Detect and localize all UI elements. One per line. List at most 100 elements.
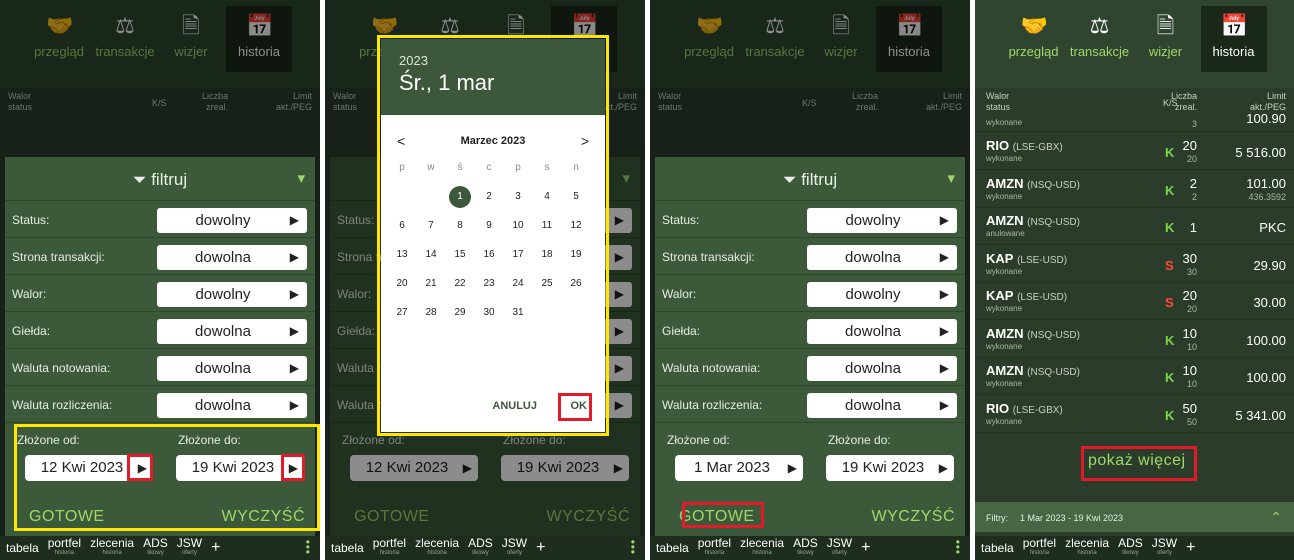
select-value: dowolna [845, 360, 901, 377]
tab-table[interactable]: tabela [656, 542, 689, 554]
filter-row-side: Strona transakcji: dowolna ▶ [5, 238, 315, 275]
row-symbol: AMZN (NSQ-USD) [986, 213, 1080, 228]
symbol-text: AMZN [986, 175, 1024, 191]
nav-history[interactable]: 📅historia [1200, 6, 1267, 72]
chevron-down-icon[interactable]: ▾ [297, 169, 305, 187]
row-side: K [1165, 370, 1175, 385]
highlight-box [127, 454, 153, 481]
top-nav: 🤝przegląd ⚖transakcje 🗎wizjer 📅historia [975, 0, 1294, 88]
filter-summary-bar[interactable]: Filtry: 1 Mar 2023 - 19 Kwi 2023 ⌃ [975, 502, 1294, 532]
side-select[interactable]: dowolna ▶ [807, 245, 957, 270]
table-row[interactable]: AMZN (NSQ-USD) wykonane K 10 10 100.00 [975, 321, 1294, 358]
chevron-down-icon[interactable]: ▾ [947, 169, 955, 187]
to-date-value: 19 Kwi 2023 [841, 459, 925, 476]
select-value: dowolna [195, 323, 251, 340]
from-date-field[interactable]: 1 Mar 2023 ▶ [675, 455, 803, 481]
row-limit: 100.00 [1246, 332, 1286, 348]
more-vert-icon[interactable]: • • • [956, 536, 960, 558]
row-qty: 20 [1182, 138, 1197, 153]
table-row[interactable]: AMZN (NSQ-USD) wykonane K 2 2 101.00 436.3592 [975, 171, 1294, 208]
tab-ads[interactable]: ADS tikowy [793, 537, 818, 558]
table-row[interactable]: RIO (LSE-GBX) wykonane K 50 50 5 341.00 [975, 396, 1294, 433]
exchange-select[interactable]: dowolna ▶ [157, 319, 307, 344]
play-arrow-icon: ▶ [939, 287, 949, 301]
add-tab-button[interactable]: + [861, 539, 870, 557]
row-status: wykonane [986, 191, 1023, 201]
filter-title-text: filtruj [151, 170, 188, 189]
tab-orders[interactable]: zlecenia historia [415, 537, 459, 558]
nav-transactions[interactable]: ⚖transakcje [1069, 6, 1131, 72]
clear-button[interactable]: WYCZYŚĆ [872, 508, 956, 526]
table-row[interactable]: wykonane 3 100.90 [975, 111, 1294, 132]
filter-label: Status: [662, 213, 700, 227]
instrument-select[interactable]: dowolny ▶ [157, 282, 307, 307]
status-select[interactable]: dowolny ▶ [157, 208, 307, 233]
table-row[interactable]: RIO (LSE-GBX) wykonane K 20 20 5 516.00 [975, 133, 1294, 170]
row-symbol: AMZN (NSQ-USD) [986, 176, 1080, 191]
row-qty: 50 [1182, 400, 1197, 416]
row-side: K [1165, 332, 1175, 348]
tab-orders[interactable]: zlecenia historia [90, 537, 134, 558]
filters-label: Filtry: [986, 513, 1008, 523]
table-row[interactable]: AMZN (NSQ-USD) anulowane K 1 PKC [975, 208, 1294, 245]
tab-label: tabela [6, 541, 39, 555]
tab-orders[interactable]: zlecenia historia [1065, 537, 1109, 558]
tab-table[interactable]: tabela [6, 541, 39, 555]
tab-portfolio[interactable]: portfel historia [1023, 537, 1056, 558]
tab-table[interactable]: tabela [981, 542, 1014, 554]
quote-currency-select[interactable]: dowolna ▶ [807, 356, 957, 381]
add-tab-button[interactable]: + [1186, 539, 1195, 557]
row-limit: 100.90 [1246, 111, 1286, 126]
more-vert-icon[interactable]: • • • [306, 536, 310, 558]
row-limit-sub: 436.3592 [1248, 191, 1286, 202]
exchange-select[interactable]: dowolna ▶ [807, 319, 957, 344]
chevron-up-icon[interactable]: ⌃ [1270, 509, 1282, 526]
settlement-currency-select[interactable]: dowolna ▶ [807, 393, 957, 418]
to-date-field[interactable]: 19 Kwi 2023 ▶ [826, 455, 954, 481]
play-arrow-icon[interactable]: ▶ [939, 455, 948, 481]
tab-ads[interactable]: ADS tikowy [1118, 537, 1143, 558]
filter-sheet: ⏷ filtruj ▾ Status: dowolny ▶ Strona transa… [655, 157, 965, 536]
row-symbol: RIO (LSE-GBX) [986, 401, 1063, 416]
row-qty-filled: 2 [1191, 191, 1197, 202]
tab-orders[interactable]: zlecenia historia [740, 537, 784, 558]
tab-table[interactable]: tabela [331, 542, 364, 554]
table-row[interactable]: AMZN (NSQ-USD) wykonane K 10 10 100.00 [975, 358, 1294, 395]
row-status: wykonane [986, 304, 1023, 313]
market-text: (NSQ-USD) [1027, 217, 1080, 228]
row-qty: 2 [1189, 175, 1197, 191]
quote-currency-select[interactable]: dowolna ▶ [157, 356, 307, 381]
tab-portfolio[interactable]: portfel historia [698, 537, 731, 558]
settlement-currency-select[interactable]: dowolna ▶ [157, 393, 307, 418]
add-tab-button[interactable]: + [211, 539, 220, 557]
select-value: dowolna [195, 360, 251, 377]
row-qty-filled: 50 [1186, 416, 1197, 427]
table-row[interactable]: KAP (LSE-USD) wykonane S 20 20 30.00 [975, 283, 1294, 320]
row-status: wykonane [986, 416, 1023, 426]
gavel-icon: ⚖ [1089, 13, 1110, 38]
nav-viewer[interactable]: 🗎wizjer [1135, 6, 1197, 72]
filter-row-side: Strona transakcji: dowolna ▶ [655, 238, 965, 275]
more-vert-icon[interactable]: • • • [631, 536, 635, 558]
row-limit: 30.00 [1253, 295, 1286, 310]
tab-jsw[interactable]: JSW oferty [827, 537, 852, 558]
tab-jsw[interactable]: JSW oferty [1152, 537, 1177, 558]
bottom-nav: tabela portfel historia zlecenia historia … [0, 536, 320, 560]
status-select[interactable]: dowolny ▶ [807, 208, 957, 233]
tab-jsw[interactable]: JSW oferty [502, 537, 527, 558]
tab-ads[interactable]: ADS tikowy [143, 537, 168, 558]
filter-header[interactable]: ⏷ filtruj ▾ [655, 157, 965, 201]
tab-portfolio[interactable]: portfel historia [48, 537, 81, 558]
row-qty-filled: 10 [1186, 379, 1197, 389]
highlight-box [558, 393, 592, 421]
tab-ads[interactable]: ADS tikowy [468, 537, 493, 558]
instrument-select[interactable]: dowolny ▶ [807, 282, 957, 307]
filter-header[interactable]: ⏷ filtruj ▾ [5, 157, 315, 201]
nav-overview[interactable]: 🤝przegląd [1003, 6, 1065, 72]
tab-jsw[interactable]: JSW oferty [177, 537, 202, 558]
play-arrow-icon[interactable]: ▶ [788, 455, 797, 481]
table-row[interactable]: KAP (LSE-USD) wykonane S 30 30 29.90 [975, 246, 1294, 283]
add-tab-button[interactable]: + [536, 539, 545, 557]
tab-portfolio[interactable]: portfel historia [373, 537, 406, 558]
side-select[interactable]: dowolna ▶ [157, 245, 307, 270]
